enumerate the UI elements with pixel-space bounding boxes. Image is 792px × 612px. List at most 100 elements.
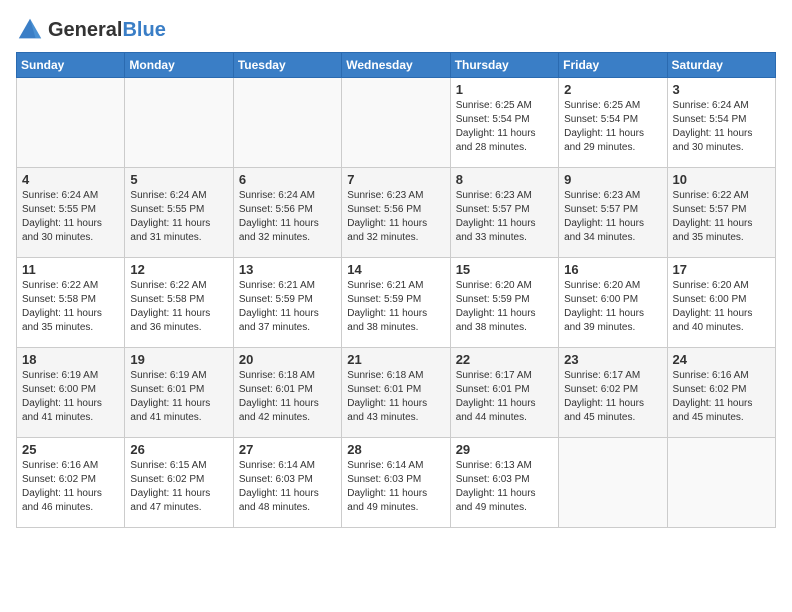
calendar-cell: 26 Sunrise: 6:15 AM Sunset: 6:02 PM Dayli… [125, 438, 233, 528]
day-info: Sunrise: 6:20 AM Sunset: 6:00 PM Dayligh… [673, 279, 770, 335]
day-number: 12 [130, 262, 227, 277]
calendar-cell: 20Sunrise: 6:18 AM Sunset: 6:01 PM Dayli… [233, 348, 341, 438]
calendar-header-row: SundayMondayTuesdayWednesdayThursdayFrid… [17, 53, 776, 78]
calendar-cell: 25 Sunrise: 6:16 AM Sunset: 6:02 PM Dayli… [17, 438, 125, 528]
calendar-cell [559, 438, 667, 528]
day-info: Sunrise: 6:21 AM Sunset: 5:59 PM Dayligh… [239, 279, 336, 335]
day-info: Sunrise: 6:22 AM Sunset: 5:58 PM Dayligh… [130, 279, 227, 335]
calendar-cell: 12 Sunrise: 6:22 AM Sunset: 5:58 PM Dayli… [125, 258, 233, 348]
day-info: Sunrise: 6:21 AM Sunset: 5:59 PM Dayligh… [347, 279, 444, 335]
day-number: 16 [564, 262, 661, 277]
day-info: Sunrise: 6:16 AM Sunset: 6:02 PM Dayligh… [673, 369, 770, 425]
calendar-cell: 17 Sunrise: 6:20 AM Sunset: 6:00 PM Dayli… [667, 258, 775, 348]
calendar-table: SundayMondayTuesdayWednesdayThursdayFrid… [16, 52, 776, 528]
calendar-week-5: 25 Sunrise: 6:16 AM Sunset: 6:02 PM Dayli… [17, 438, 776, 528]
day-info: Sunrise: 6:13 AM Sunset: 6:03 PM Dayligh… [456, 459, 553, 515]
calendar-cell: 14 Sunrise: 6:21 AM Sunset: 5:59 PM Dayli… [342, 258, 450, 348]
calendar-cell [667, 438, 775, 528]
calendar-cell: 10 Sunrise: 6:22 AM Sunset: 5:57 PM Dayli… [667, 168, 775, 258]
day-header-thursday: Thursday [450, 53, 558, 78]
day-number: 10 [673, 172, 770, 187]
day-number: 7 [347, 172, 444, 187]
day-info: Sunrise: 6:22 AM Sunset: 5:58 PM Dayligh… [22, 279, 119, 335]
calendar-cell: 3 Sunrise: 6:24 AM Sunset: 5:54 PM Daylig… [667, 78, 775, 168]
day-info: Sunrise: 6:23 AM Sunset: 5:56 PM Dayligh… [347, 189, 444, 245]
calendar-cell: 7 Sunrise: 6:23 AM Sunset: 5:56 PM Daylig… [342, 168, 450, 258]
calendar-cell: 19 Sunrise: 6:19 AM Sunset: 6:01 PM Dayli… [125, 348, 233, 438]
calendar-cell [342, 78, 450, 168]
day-number: 11 [22, 262, 119, 277]
calendar-cell: 18 Sunrise: 6:19 AM Sunset: 6:00 PM Dayli… [17, 348, 125, 438]
day-info: Sunrise: 6:20 AM Sunset: 5:59 PM Dayligh… [456, 279, 553, 335]
day-info: Sunrise: 6:14 AM Sunset: 6:03 PM Dayligh… [239, 459, 336, 515]
day-number: 29 [456, 442, 553, 457]
day-info: Sunrise: 6:24 AM Sunset: 5:56 PM Dayligh… [239, 189, 336, 245]
calendar-cell: 4 Sunrise: 6:24 AM Sunset: 5:55 PM Daylig… [17, 168, 125, 258]
day-number: 13 [239, 262, 336, 277]
day-info: Sunrise: 6:19 AM Sunset: 6:01 PM Dayligh… [130, 369, 227, 425]
day-number: 22 [456, 352, 553, 367]
day-number: 19 [130, 352, 227, 367]
day-number: 1 [456, 82, 553, 97]
calendar-cell: 24 Sunrise: 6:16 AM Sunset: 6:02 PM Dayli… [667, 348, 775, 438]
day-number: 2 [564, 82, 661, 97]
day-info: Sunrise: 6:17 AM Sunset: 6:01 PM Dayligh… [456, 369, 553, 425]
calendar-cell [233, 78, 341, 168]
calendar-cell: 27 Sunrise: 6:14 AM Sunset: 6:03 PM Dayli… [233, 438, 341, 528]
day-info: Sunrise: 6:25 AM Sunset: 5:54 PM Dayligh… [456, 99, 553, 155]
day-number: 27 [239, 442, 336, 457]
day-number: 21 [347, 352, 444, 367]
day-info: Sunrise: 6:15 AM Sunset: 6:02 PM Dayligh… [130, 459, 227, 515]
day-info: Sunrise: 6:20 AM Sunset: 6:00 PM Dayligh… [564, 279, 661, 335]
day-number: 14 [347, 262, 444, 277]
day-info: Sunrise: 6:24 AM Sunset: 5:54 PM Dayligh… [673, 99, 770, 155]
day-number: 18 [22, 352, 119, 367]
day-header-sunday: Sunday [17, 53, 125, 78]
day-number: 6 [239, 172, 336, 187]
calendar-cell: 11 Sunrise: 6:22 AM Sunset: 5:58 PM Dayli… [17, 258, 125, 348]
logo: GeneralBlue [16, 16, 166, 44]
day-header-wednesday: Wednesday [342, 53, 450, 78]
calendar-cell [125, 78, 233, 168]
day-info: Sunrise: 6:14 AM Sunset: 6:03 PM Dayligh… [347, 459, 444, 515]
page-header: GeneralBlue [16, 16, 776, 44]
day-number: 15 [456, 262, 553, 277]
calendar-cell: 29 Sunrise: 6:13 AM Sunset: 6:03 PM Dayli… [450, 438, 558, 528]
day-header-friday: Friday [559, 53, 667, 78]
day-info: Sunrise: 6:24 AM Sunset: 5:55 PM Dayligh… [130, 189, 227, 245]
day-number: 4 [22, 172, 119, 187]
calendar-cell [17, 78, 125, 168]
day-info: Sunrise: 6:22 AM Sunset: 5:57 PM Dayligh… [673, 189, 770, 245]
calendar-cell: 6 Sunrise: 6:24 AM Sunset: 5:56 PM Daylig… [233, 168, 341, 258]
day-header-monday: Monday [125, 53, 233, 78]
day-header-tuesday: Tuesday [233, 53, 341, 78]
day-number: 28 [347, 442, 444, 457]
logo-icon [16, 16, 44, 44]
calendar-cell: 1 Sunrise: 6:25 AM Sunset: 5:54 PM Daylig… [450, 78, 558, 168]
calendar-cell: 22 Sunrise: 6:17 AM Sunset: 6:01 PM Dayli… [450, 348, 558, 438]
day-number: 17 [673, 262, 770, 277]
day-number: 25 [22, 442, 119, 457]
calendar-cell: 28 Sunrise: 6:14 AM Sunset: 6:03 PM Dayli… [342, 438, 450, 528]
day-number: 26 [130, 442, 227, 457]
calendar-week-4: 18 Sunrise: 6:19 AM Sunset: 6:00 PM Dayli… [17, 348, 776, 438]
calendar-cell: 8Sunrise: 6:23 AM Sunset: 5:57 PM Daylig… [450, 168, 558, 258]
day-info: Sunrise: 6:18 AM Sunset: 6:01 PM Dayligh… [347, 369, 444, 425]
day-number: 24 [673, 352, 770, 367]
day-info: Sunrise: 6:16 AM Sunset: 6:02 PM Dayligh… [22, 459, 119, 515]
day-info: Sunrise: 6:19 AM Sunset: 6:00 PM Dayligh… [22, 369, 119, 425]
day-number: 20 [239, 352, 336, 367]
day-info: Sunrise: 6:24 AM Sunset: 5:55 PM Dayligh… [22, 189, 119, 245]
calendar-cell: 5Sunrise: 6:24 AM Sunset: 5:55 PM Daylig… [125, 168, 233, 258]
calendar-cell: 21 Sunrise: 6:18 AM Sunset: 6:01 PM Dayli… [342, 348, 450, 438]
day-info: Sunrise: 6:23 AM Sunset: 5:57 PM Dayligh… [564, 189, 661, 245]
logo-text: GeneralBlue [48, 19, 166, 41]
day-info: Sunrise: 6:25 AM Sunset: 5:54 PM Dayligh… [564, 99, 661, 155]
day-header-saturday: Saturday [667, 53, 775, 78]
day-info: Sunrise: 6:23 AM Sunset: 5:57 PM Dayligh… [456, 189, 553, 245]
calendar-week-1: 1 Sunrise: 6:25 AM Sunset: 5:54 PM Daylig… [17, 78, 776, 168]
calendar-cell: 9 Sunrise: 6:23 AM Sunset: 5:57 PM Daylig… [559, 168, 667, 258]
calendar-week-3: 11 Sunrise: 6:22 AM Sunset: 5:58 PM Dayli… [17, 258, 776, 348]
day-number: 9 [564, 172, 661, 187]
day-number: 3 [673, 82, 770, 97]
